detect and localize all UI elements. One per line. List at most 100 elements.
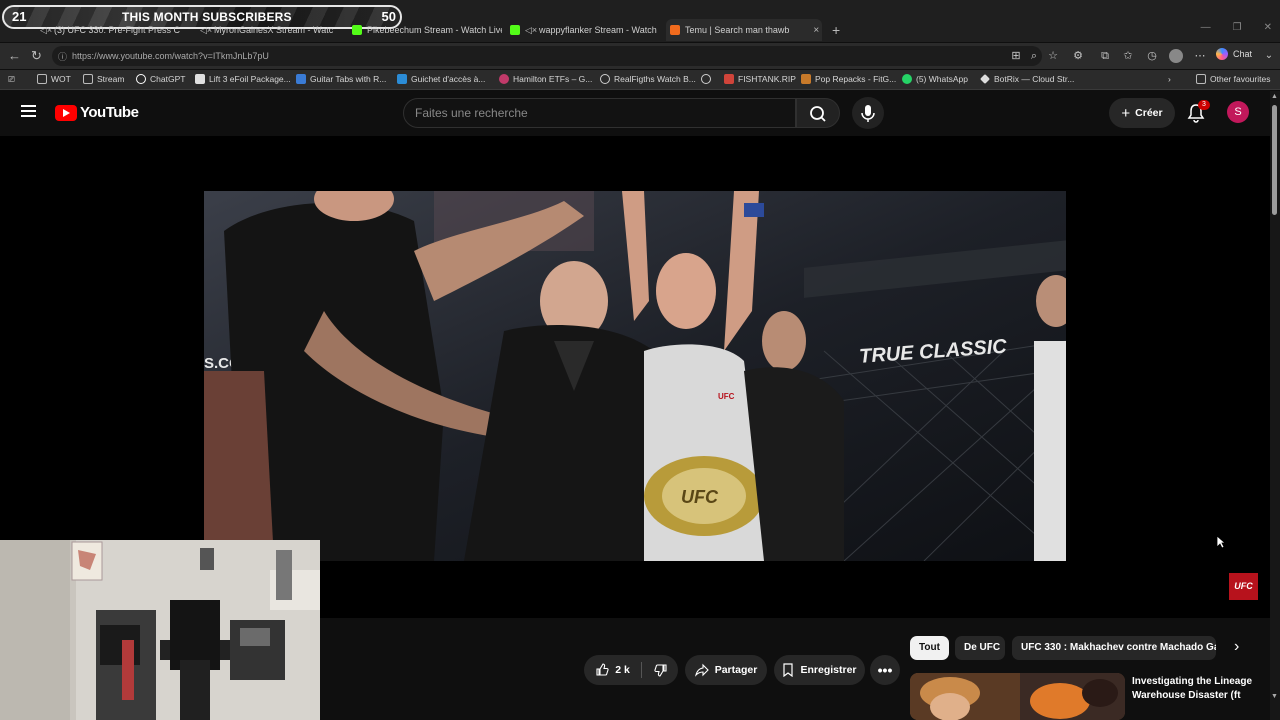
bookmark-realfigths[interactable]: RealFigths Watch B... (600, 74, 696, 84)
bookmark-guichet[interactable]: Guichet d'accès à... (397, 74, 485, 84)
profile-icon[interactable] (1169, 49, 1183, 63)
bookmark-whatsapp[interactable]: (5) WhatsApp (902, 74, 968, 84)
favorite-star-icon[interactable]: ☆ (1046, 49, 1060, 63)
webcam-overlay (0, 540, 320, 720)
scrollbar-thumb[interactable] (1272, 105, 1277, 215)
new-tab-button[interactable]: + (832, 19, 840, 41)
belt-logo: UFC (681, 487, 719, 507)
more-horizontal-icon: ••• (877, 662, 893, 678)
close-window-icon[interactable]: ✕ (1264, 22, 1272, 33)
voice-search-button[interactable] (852, 97, 884, 129)
bookmark-icon (783, 663, 794, 677)
mouse-cursor-icon (1216, 535, 1226, 549)
back-icon[interactable]: ← (8, 48, 21, 63)
copilot-chat-button[interactable]: Chat (1216, 48, 1252, 60)
more-actions-button[interactable]: ••• (870, 655, 900, 685)
tab-wappyflanker[interactable]: ◁× wappyflanker Stream - Watch × (510, 19, 660, 41)
guitar-tabs-icon (296, 74, 306, 84)
close-icon[interactable]: × (813, 25, 819, 36)
scroll-down-icon[interactable]: ▼ (1271, 693, 1278, 700)
site-info-icon[interactable]: ⓘ (58, 50, 67, 63)
browser-tab-bar: 21 THIS MONTH SUBSCRIBERS 50 ◁× (3) UFC … (0, 0, 1280, 42)
like-button[interactable]: 2 k (584, 655, 641, 685)
tab-label: (3) UFC 330: Pre-Fight Press C (54, 25, 180, 35)
recommended-thumbnail[interactable] (910, 673, 1125, 720)
notification-count-badge: 3 (1198, 100, 1210, 110)
bookmark-pop-repacks[interactable]: Pop Repacks - FitG... (801, 74, 896, 84)
bookmark-fishtank[interactable]: FISHTANK.RIP (724, 74, 796, 84)
chevron-down-icon[interactable]: ⌄ (1262, 49, 1276, 63)
lift-icon (195, 74, 205, 84)
more-menu-icon[interactable]: ⋯ (1193, 49, 1207, 63)
recommended-video[interactable]: Investigating the Lineage Warehouse Disa… (910, 673, 1268, 720)
bookmark-folder-wot[interactable]: WOT (37, 74, 71, 84)
folder-icon (1196, 74, 1206, 84)
wordpress-icon (600, 74, 610, 84)
tab-myrongaines[interactable]: ◁× MyronGainesX Stream - Watc × (200, 19, 340, 41)
menu-icon[interactable] (21, 105, 36, 117)
restore-icon[interactable]: ❐ (1233, 22, 1242, 33)
scroll-up-icon[interactable]: ▲ (1271, 93, 1278, 100)
recommended-title: Investigating the Lineage Warehouse Disa… (1132, 676, 1253, 701)
url-text: https://www.youtube.com/watch?v=ITkmJnLb… (72, 51, 269, 61)
favorites-icon[interactable]: ✩ (1121, 49, 1135, 63)
split-screen-icon[interactable]: ⧉ (1098, 49, 1112, 63)
bookmark-globe[interactable] (701, 74, 715, 84)
bookmarks-menu-icon[interactable]: ⎚ (8, 74, 15, 85)
video-frame[interactable]: TRUE CLASSIC S.COM UFC UFC (204, 191, 1066, 561)
create-button[interactable]: + Créer (1109, 98, 1175, 128)
dislike-button[interactable] (643, 655, 678, 685)
url-field[interactable]: ⓘ https://www.youtube.com/watch?v=ITkmJn… (52, 46, 1042, 66)
chip-all[interactable]: Tout (910, 636, 949, 660)
reload-icon[interactable]: ↻ (31, 48, 42, 64)
extensions-icon[interactable]: ⚙ (1071, 49, 1085, 63)
chevron-right-icon[interactable]: › (1168, 74, 1171, 84)
share-button[interactable]: Partager (685, 655, 767, 685)
search-button[interactable] (796, 98, 840, 128)
other-favourites-folder[interactable]: Other favourites (1196, 74, 1270, 84)
youtube-logo[interactable]: YouTube (55, 104, 139, 121)
tab-temu[interactable]: Temu | Search man thawb × (666, 19, 822, 41)
bookmark-botrix[interactable]: BotRix — Cloud Str... (980, 74, 1074, 84)
zoom-icon[interactable]: ⌕ (1027, 49, 1041, 63)
search-input[interactable]: Faites une recherche (403, 98, 796, 128)
app-available-icon[interactable]: ⊞ (1009, 49, 1023, 63)
youtube-header: YouTube Faites une recherche + Créer S (0, 91, 1270, 135)
speaker-muted-icon[interactable]: ◁× (200, 25, 212, 35)
temu-icon (670, 25, 680, 35)
avatar[interactable]: S (1227, 101, 1249, 123)
ufc-watermark: UFC (1229, 573, 1258, 600)
speaker-muted-icon[interactable]: ◁× (525, 25, 537, 35)
chevron-right-icon[interactable]: › (1234, 638, 1239, 656)
share-arrow-icon (694, 663, 709, 677)
tab-ufc-press[interactable]: ◁× (3) UFC 330: Pre-Fight Press C × (40, 19, 180, 41)
video-scene: TRUE CLASSIC S.COM UFC UFC (204, 191, 1066, 561)
bookmark-chatgpt[interactable]: ChatGPT (136, 74, 185, 84)
chip-ufc-330[interactable]: UFC 330 : Makhachev contre Machado Garry (1012, 636, 1216, 660)
share-label: Partager (714, 664, 758, 676)
save-button[interactable]: Enregistrer (774, 655, 865, 685)
copilot-icon (1216, 48, 1228, 60)
bookmark-guitar-tabs[interactable]: Guitar Tabs with R... (296, 74, 386, 84)
bookmark-lift-efoil[interactable]: Lift 3 eFoil Package... (195, 74, 291, 84)
speaker-muted-icon[interactable]: ◁× (40, 25, 52, 35)
tab-pikebeechum[interactable]: Pikebeechum Stream - Watch Live × (352, 19, 502, 41)
bookmark-folder-stream[interactable]: Stream (83, 74, 124, 84)
minimize-icon[interactable]: — (1201, 22, 1211, 33)
close-icon[interactable]: × (339, 25, 340, 36)
whatsapp-icon (902, 74, 912, 84)
bookmark-hamilton-etfs[interactable]: Hamilton ETFs – G... (499, 74, 592, 84)
like-count: 2 k (615, 664, 630, 676)
window-controls: — ❐ ✕ (1201, 22, 1272, 33)
address-bar-row: ← ↻ ⓘ https://www.youtube.com/watch?v=IT… (0, 43, 1280, 69)
page-scrollbar[interactable]: ▲ ▼ (1270, 91, 1280, 720)
microphone-icon (861, 105, 875, 122)
hamilton-icon (499, 74, 509, 84)
kick-icon (352, 25, 362, 35)
history-icon[interactable]: ◷ (1145, 49, 1159, 63)
guichet-icon (397, 74, 407, 84)
chatgpt-icon (136, 74, 146, 84)
chat-label: Chat (1233, 49, 1253, 59)
chip-from-ufc[interactable]: De UFC (955, 636, 1005, 660)
kick-icon (510, 25, 520, 35)
